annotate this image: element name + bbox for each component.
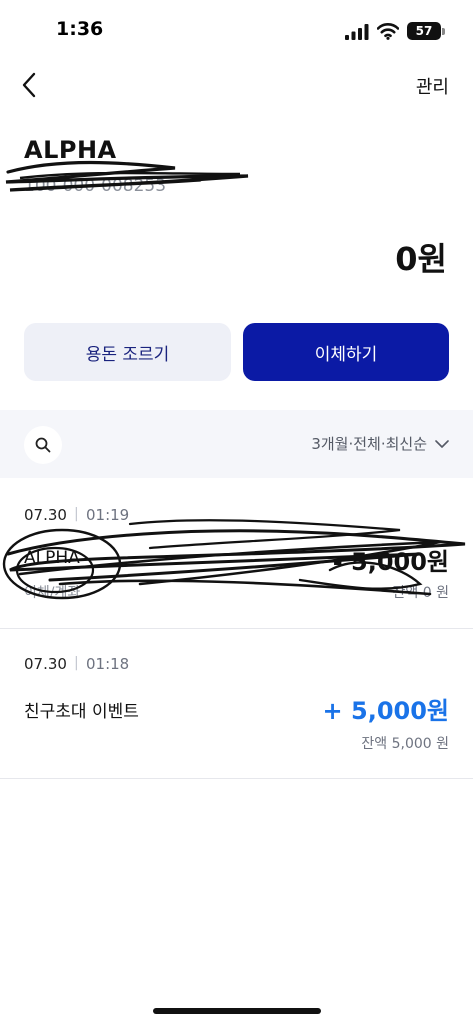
- manage-button[interactable]: 관리: [416, 73, 449, 99]
- transaction-row[interactable]: 07.30 | 01:18 친구초대 이벤트 + 5,000원 잔액 5,000…: [0, 629, 473, 779]
- home-indicator[interactable]: [153, 1008, 321, 1014]
- wifi-icon: [377, 23, 399, 40]
- filter-label: 3개월·전체·최신순: [311, 435, 427, 453]
- transaction-title: 친구초대 이벤트: [24, 702, 139, 722]
- transaction-amount: - 5,000원: [332, 548, 449, 576]
- account-name: ALPHA: [24, 136, 117, 164]
- transaction-row[interactable]: 07.30 | 01:19 ALPHA 이체/계좌 - 5,000원 잔액 0 …: [0, 478, 473, 629]
- search-button[interactable]: [24, 426, 62, 464]
- transaction-separator: |: [74, 506, 79, 522]
- transfer-button[interactable]: 이체하기: [243, 323, 449, 381]
- transaction-date: 07.30: [24, 506, 67, 524]
- battery-level: 57: [415, 24, 433, 38]
- balance-amount: 0원: [395, 240, 447, 278]
- signal-icon: [345, 24, 369, 40]
- search-icon: [35, 437, 51, 453]
- battery-indicator: 57: [407, 22, 441, 40]
- request-allowance-button[interactable]: 용돈 조르기: [24, 323, 231, 381]
- top-nav: 관리: [0, 60, 473, 110]
- transaction-subtitle: 이체/계좌: [24, 585, 81, 601]
- battery-tip: [442, 28, 445, 35]
- transaction-time: 01:19: [86, 506, 130, 524]
- filter-bar: 3개월·전체·최신순: [0, 410, 473, 478]
- transaction-amount: + 5,000원: [322, 697, 449, 725]
- transaction-time: 01:18: [86, 655, 130, 673]
- transaction-balance: 잔액 5,000 원: [361, 736, 449, 752]
- chevron-down-icon: [435, 439, 449, 448]
- status-bar: 1:36 57: [0, 0, 473, 64]
- transaction-separator: |: [74, 655, 79, 671]
- transaction-balance: 잔액 0 원: [392, 585, 449, 601]
- chevron-left-icon[interactable]: [18, 70, 40, 100]
- transaction-title: ALPHA: [24, 548, 80, 568]
- filter-dropdown[interactable]: 3개월·전체·최신순: [311, 433, 449, 454]
- transaction-date: 07.30: [24, 655, 67, 673]
- account-number: 100-000-008253: [24, 176, 167, 196]
- status-time: 1:36: [56, 18, 104, 40]
